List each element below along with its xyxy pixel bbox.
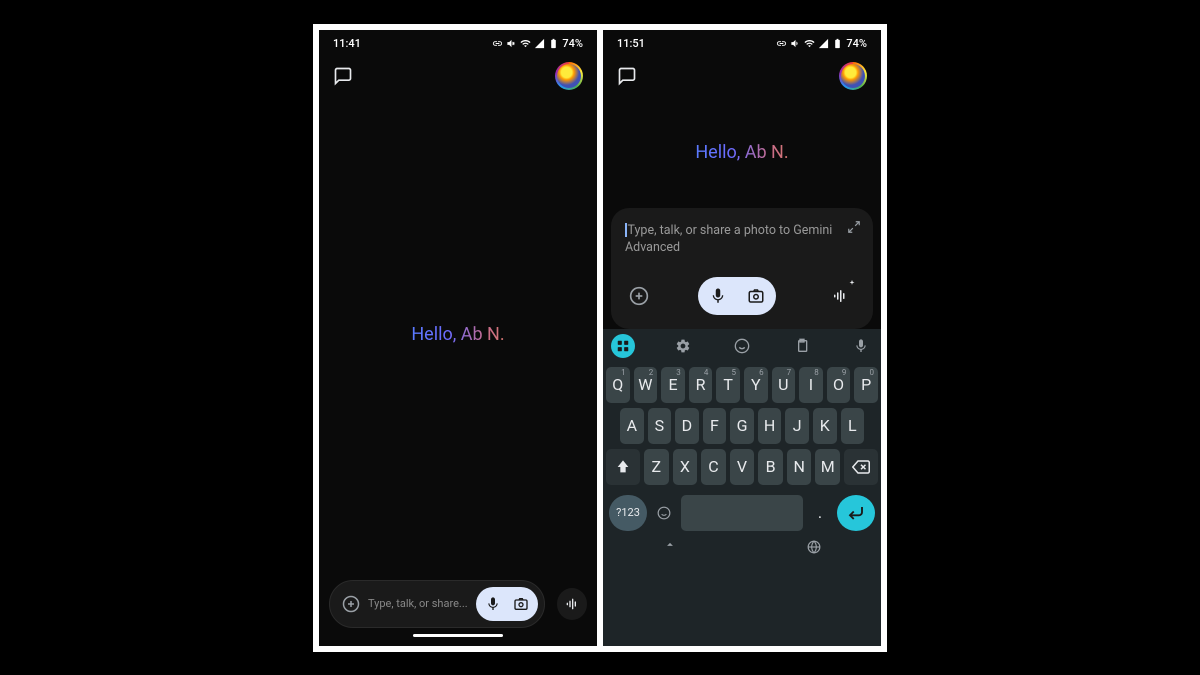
key-r[interactable]: R4: [689, 367, 713, 403]
key-m[interactable]: M: [815, 449, 840, 485]
key-h[interactable]: H: [758, 408, 782, 444]
key-u[interactable]: U7: [772, 367, 796, 403]
wifi-icon: [804, 38, 815, 49]
wifi-icon: [520, 38, 531, 49]
status-indicators: 74%: [492, 37, 583, 50]
status-bar: 11:41 74%: [319, 30, 597, 54]
battery-icon: [832, 38, 843, 49]
key-q[interactable]: Q1: [606, 367, 630, 403]
space-key[interactable]: [681, 495, 803, 531]
keyboard: Q1W2E3R4T5Y6U7I8O9P0 ASDFGHJKL ZXCVBNM ?…: [603, 329, 881, 646]
key-f[interactable]: F: [703, 408, 727, 444]
plus-icon[interactable]: [342, 595, 360, 613]
key-y[interactable]: Y6: [744, 367, 768, 403]
keyboard-toolbar: [603, 329, 881, 363]
key-t[interactable]: T5: [716, 367, 740, 403]
key-w[interactable]: W2: [634, 367, 658, 403]
plus-icon[interactable]: [629, 286, 649, 306]
key-b[interactable]: B: [758, 449, 783, 485]
key-g[interactable]: G: [730, 408, 754, 444]
keyboard-nav-bar: [603, 535, 881, 559]
keyboard-row-2: ASDFGHJKL: [606, 408, 878, 444]
mic-camera-group: [698, 277, 776, 315]
key-o[interactable]: O9: [827, 367, 851, 403]
phone-right: 11:51 74% Hello, Ab N. Type, talk, or sh…: [603, 30, 881, 646]
mic-button[interactable]: [480, 591, 506, 617]
symbols-key[interactable]: ?123: [609, 495, 647, 531]
keyboard-emoji-button[interactable]: [730, 334, 754, 358]
enter-key[interactable]: [837, 495, 875, 531]
battery-percent: 74%: [846, 37, 867, 50]
link-icon: [492, 38, 503, 49]
expanded-input-area[interactable]: Type, talk, or share a photo to Gemini A…: [611, 208, 873, 267]
backspace-key[interactable]: [844, 449, 878, 485]
shift-key[interactable]: [606, 449, 640, 485]
input-bar: Type, talk, or share...: [319, 572, 597, 634]
home-indicator[interactable]: [319, 634, 597, 646]
battery-icon: [548, 38, 559, 49]
chat-icon[interactable]: [617, 66, 637, 86]
input-placeholder: Type, talk, or share...: [368, 597, 468, 610]
action-row: [611, 267, 873, 329]
period-key[interactable]: .: [807, 495, 833, 531]
main-content: Hello, Ab N.: [319, 98, 597, 572]
battery-percent: 74%: [562, 37, 583, 50]
mute-icon: [506, 38, 517, 49]
key-v[interactable]: V: [730, 449, 755, 485]
key-i[interactable]: I8: [799, 367, 823, 403]
status-indicators: 74%: [776, 37, 867, 50]
status-time: 11:51: [617, 37, 645, 50]
key-n[interactable]: N: [787, 449, 812, 485]
keyboard-voice-button[interactable]: [849, 334, 873, 358]
input-pill[interactable]: Type, talk, or share...: [329, 580, 545, 628]
sparkle-icon: [847, 279, 857, 289]
key-z[interactable]: Z: [644, 449, 669, 485]
main-content: Hello, Ab N.: [603, 98, 881, 208]
expand-icon[interactable]: [847, 220, 861, 234]
comparison-frame: 11:41 74% Hello, Ab N. Type, talk, or sh…: [313, 24, 887, 652]
key-j[interactable]: J: [785, 408, 809, 444]
keyboard-menu-button[interactable]: [611, 334, 635, 358]
phone-left: 11:41 74% Hello, Ab N. Type, talk, or sh…: [319, 30, 597, 646]
key-c[interactable]: C: [701, 449, 726, 485]
keyboard-row-1: Q1W2E3R4T5Y6U7I8O9P0: [606, 367, 878, 403]
keyboard-row-bottom: ?123 .: [606, 495, 878, 531]
mute-icon: [790, 38, 801, 49]
key-e[interactable]: E3: [661, 367, 685, 403]
keyboard-row-3: ZXCVBNM: [606, 449, 878, 485]
profile-avatar[interactable]: [839, 62, 867, 90]
key-p[interactable]: P0: [854, 367, 878, 403]
key-d[interactable]: D: [675, 408, 699, 444]
keyboard-rows: Q1W2E3R4T5Y6U7I8O9P0 ASDFGHJKL ZXCVBNM ?…: [603, 363, 881, 531]
link-icon: [776, 38, 787, 49]
mic-button[interactable]: [704, 282, 732, 310]
status-time: 11:41: [333, 37, 361, 50]
signal-icon: [818, 38, 829, 49]
keyboard-settings-button[interactable]: [671, 334, 695, 358]
language-icon[interactable]: [807, 540, 821, 554]
camera-button[interactable]: [742, 282, 770, 310]
app-top-bar: [603, 54, 881, 98]
key-k[interactable]: K: [813, 408, 837, 444]
keyboard-clipboard-button[interactable]: [790, 334, 814, 358]
signal-icon: [534, 38, 545, 49]
greeting-text: Hello, Ab N.: [411, 324, 504, 345]
live-button[interactable]: [557, 588, 587, 620]
app-top-bar: [319, 54, 597, 98]
key-x[interactable]: X: [673, 449, 698, 485]
mic-camera-group: [476, 587, 538, 621]
live-button[interactable]: [825, 281, 855, 311]
status-bar: 11:51 74%: [603, 30, 881, 54]
emoji-key[interactable]: [651, 495, 677, 531]
key-l[interactable]: L: [841, 408, 865, 444]
input-placeholder: Type, talk, or share a photo to Gemini A…: [625, 222, 859, 257]
greeting-text: Hello, Ab N.: [695, 142, 788, 163]
keyboard-collapse-icon[interactable]: [663, 540, 677, 554]
profile-avatar[interactable]: [555, 62, 583, 90]
key-s[interactable]: S: [648, 408, 672, 444]
key-a[interactable]: A: [620, 408, 644, 444]
chat-icon[interactable]: [333, 66, 353, 86]
camera-button[interactable]: [508, 591, 534, 617]
